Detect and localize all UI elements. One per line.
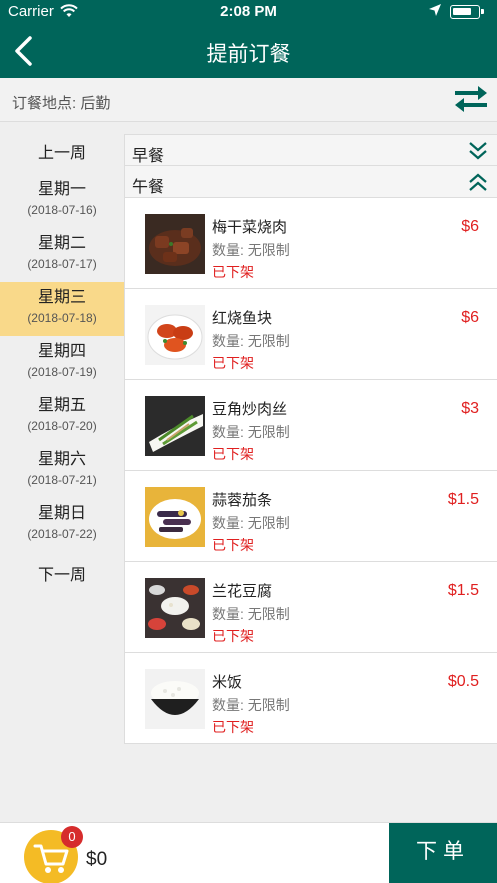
nav-bar: 提前订餐 <box>0 24 497 78</box>
day-item-wednesday[interactable]: 星期三 (2018-07-18) <box>0 282 124 336</box>
dish-quantity: 数量: 无限制 <box>212 333 290 349</box>
dish-photo <box>145 487 205 547</box>
dish-status: 已下架 <box>212 355 254 371</box>
cart-total: $0 <box>86 849 108 870</box>
dish-quantity: 数量: 无限制 <box>212 515 290 531</box>
day-date: (2018-07-20) <box>27 419 97 433</box>
meal-header-breakfast[interactable]: 早餐 <box>125 134 497 166</box>
dish-photo <box>145 214 205 274</box>
dish-quantity: 数量: 无限制 <box>212 606 290 622</box>
dish-quantity: 数量: 无限制 <box>212 697 290 713</box>
day-name: 星期三 <box>37 289 86 306</box>
swap-arrows-icon <box>455 86 487 112</box>
dish-name: 蒜蓉茄条 <box>212 492 273 509</box>
day-name: 星期四 <box>37 343 86 360</box>
dish-status: 已下架 <box>212 446 254 462</box>
dish-item[interactable]: 梅干菜烧肉 数量: 无限制 已下架 $6 <box>125 198 497 289</box>
cart-count-badge: 0 <box>61 826 83 848</box>
bottom-bar: 0 $0 下单 <box>0 822 497 883</box>
swap-location-button[interactable] <box>452 84 490 114</box>
double-chevron-down-icon <box>469 142 487 160</box>
day-item-thursday[interactable]: 星期四 (2018-07-19) <box>0 336 124 390</box>
location-bar: 订餐地点: 后勤 <box>0 78 497 122</box>
location-label: 订餐地点: 后勤 <box>12 95 111 112</box>
dish-list: 梅干菜烧肉 数量: 无限制 已下架 $6 红烧鱼块 数量: 无限制 已下架 $6… <box>125 198 497 744</box>
day-name: 星期日 <box>37 505 86 522</box>
dish-photo <box>145 396 205 456</box>
day-name: 星期五 <box>37 397 86 414</box>
dish-item[interactable]: 米饭 数量: 无限制 已下架 $0.5 <box>125 653 497 744</box>
dish-name: 兰花豆腐 <box>212 583 273 600</box>
page-title: 提前订餐 <box>206 43 291 66</box>
week-sidebar: 上一周 星期一 (2018-07-16) 星期二 (2018-07-17) 星期… <box>0 134 124 596</box>
dish-name: 梅干菜烧肉 <box>212 219 288 236</box>
meal-title: 早餐 <box>132 148 165 165</box>
day-item-friday[interactable]: 星期五 (2018-07-20) <box>0 390 124 444</box>
day-date: (2018-07-17) <box>27 257 97 271</box>
battery-icon <box>450 5 484 19</box>
dish-item[interactable]: 兰花豆腐 数量: 无限制 已下架 $1.5 <box>125 562 497 653</box>
place-order-button[interactable]: 下单 <box>389 823 497 883</box>
dish-price: $6 <box>461 309 479 326</box>
dish-price: $1.5 <box>447 491 479 508</box>
dish-status: 已下架 <box>212 628 254 644</box>
dish-price: $6 <box>461 218 479 235</box>
dish-name: 豆角炒肉丝 <box>212 401 288 418</box>
dish-quantity: 数量: 无限制 <box>212 424 290 440</box>
day-name: 星期二 <box>37 235 86 252</box>
day-date: (2018-07-22) <box>27 527 97 541</box>
double-chevron-up-icon <box>469 173 487 191</box>
dish-price: $0.5 <box>447 673 479 690</box>
day-item-monday[interactable]: 星期一 (2018-07-16) <box>0 174 124 228</box>
day-date: (2018-07-16) <box>27 203 97 217</box>
day-item-saturday[interactable]: 星期六 (2018-07-21) <box>0 444 124 498</box>
day-item-sunday[interactable]: 星期日 (2018-07-22) <box>0 498 124 552</box>
meal-header-lunch[interactable]: 午餐 <box>125 166 497 198</box>
dish-photo <box>145 578 205 638</box>
dish-name: 米饭 <box>212 674 243 691</box>
status-bar: Carrier 2:08 PM <box>0 0 497 24</box>
dish-status: 已下架 <box>212 719 254 735</box>
dish-quantity: 数量: 无限制 <box>212 242 290 258</box>
dish-photo <box>145 305 205 365</box>
day-item-tuesday[interactable]: 星期二 (2018-07-17) <box>0 228 124 282</box>
meal-title: 午餐 <box>132 179 165 196</box>
dish-price: $1.5 <box>447 582 479 599</box>
prev-week-button[interactable]: 上一周 <box>0 134 124 174</box>
dish-price: $3 <box>461 400 479 417</box>
next-week-button[interactable]: 下一周 <box>0 556 124 596</box>
dish-status: 已下架 <box>212 537 254 553</box>
dish-name: 红烧鱼块 <box>212 310 273 327</box>
day-name: 星期一 <box>37 181 86 198</box>
day-name: 星期六 <box>37 451 86 468</box>
location-arrow-icon <box>428 3 442 21</box>
dish-item[interactable]: 红烧鱼块 数量: 无限制 已下架 $6 <box>125 289 497 380</box>
clock: 2:08 PM <box>220 3 277 20</box>
dish-item[interactable]: 蒜蓉茄条 数量: 无限制 已下架 $1.5 <box>125 471 497 562</box>
day-date: (2018-07-19) <box>27 365 97 379</box>
menu-content: 早餐 午餐 梅干菜烧肉 数量: 无限制 已下架 $6 红烧鱼块 数量: 无限制 … <box>124 134 497 744</box>
dish-item[interactable]: 豆角炒肉丝 数量: 无限制 已下架 $3 <box>125 380 497 471</box>
dish-status: 已下架 <box>212 264 254 280</box>
day-date: (2018-07-18) <box>27 311 97 325</box>
dish-photo <box>145 669 205 729</box>
day-date: (2018-07-21) <box>27 473 97 487</box>
